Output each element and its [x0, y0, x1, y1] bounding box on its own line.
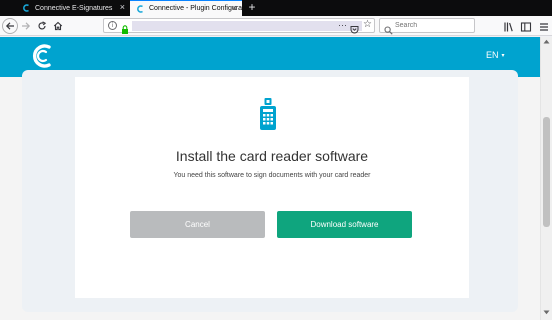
- sidebar-toggle-icon[interactable]: [520, 20, 532, 32]
- navigation-toolbar: i ··· ☆: [0, 16, 552, 36]
- chevron-down-icon: ▾: [501, 52, 505, 59]
- pocket-icon[interactable]: [350, 21, 359, 34]
- hamburger-menu-icon[interactable]: [538, 20, 550, 32]
- page-actions-icon[interactable]: ···: [338, 20, 347, 30]
- search-bar[interactable]: [379, 18, 475, 35]
- url-text-redacted: [132, 21, 362, 31]
- reload-button[interactable]: [34, 18, 50, 34]
- connective-favicon-icon: [22, 4, 30, 12]
- dialog-title: Install the card reader software: [175, 148, 369, 164]
- tab-plugin-configurator[interactable]: Connective - Plugin Configurator ×: [130, 0, 250, 16]
- scroll-down-arrow-icon[interactable]: [543, 310, 550, 317]
- tab-close-icon[interactable]: ×: [232, 4, 237, 13]
- language-label: EN: [486, 50, 499, 60]
- library-icon[interactable]: [503, 20, 515, 32]
- home-button[interactable]: [50, 18, 66, 34]
- tab-close-icon[interactable]: ×: [120, 3, 125, 12]
- page-scrollbar[interactable]: [540, 37, 552, 320]
- language-selector[interactable]: EN ▾: [486, 50, 505, 60]
- tab-title: Connective E-Signatures: [35, 4, 113, 12]
- site-info-icon[interactable]: i: [108, 21, 117, 30]
- search-input[interactable]: [395, 20, 473, 31]
- back-arrow-icon: [5, 22, 14, 30]
- home-icon: [53, 21, 63, 31]
- forward-arrow-icon: [22, 22, 31, 30]
- forward-button[interactable]: [18, 18, 34, 34]
- tab-strip: Connective E-Signatures × Connective - P…: [0, 0, 552, 16]
- download-software-button[interactable]: Download software: [277, 211, 412, 238]
- card-reader-icon: [258, 97, 278, 131]
- lock-icon: [121, 21, 129, 34]
- search-icon: [384, 22, 393, 35]
- cancel-button[interactable]: Cancel: [130, 211, 265, 238]
- scrollbar-thumb[interactable]: [543, 117, 550, 227]
- connective-favicon-icon: [136, 4, 144, 13]
- dialog-description: You need this software to sign documents…: [173, 172, 371, 179]
- new-tab-button[interactable]: +: [246, 1, 258, 14]
- reload-icon: [38, 21, 47, 30]
- back-button[interactable]: [2, 18, 18, 34]
- tab-connective-esignatures[interactable]: Connective E-Signatures ×: [16, 0, 130, 16]
- connective-logo[interactable]: [29, 42, 55, 70]
- scroll-up-arrow-icon[interactable]: [543, 39, 550, 46]
- url-bar[interactable]: i ··· ☆: [103, 18, 375, 34]
- bookmark-star-icon[interactable]: ☆: [363, 19, 372, 30]
